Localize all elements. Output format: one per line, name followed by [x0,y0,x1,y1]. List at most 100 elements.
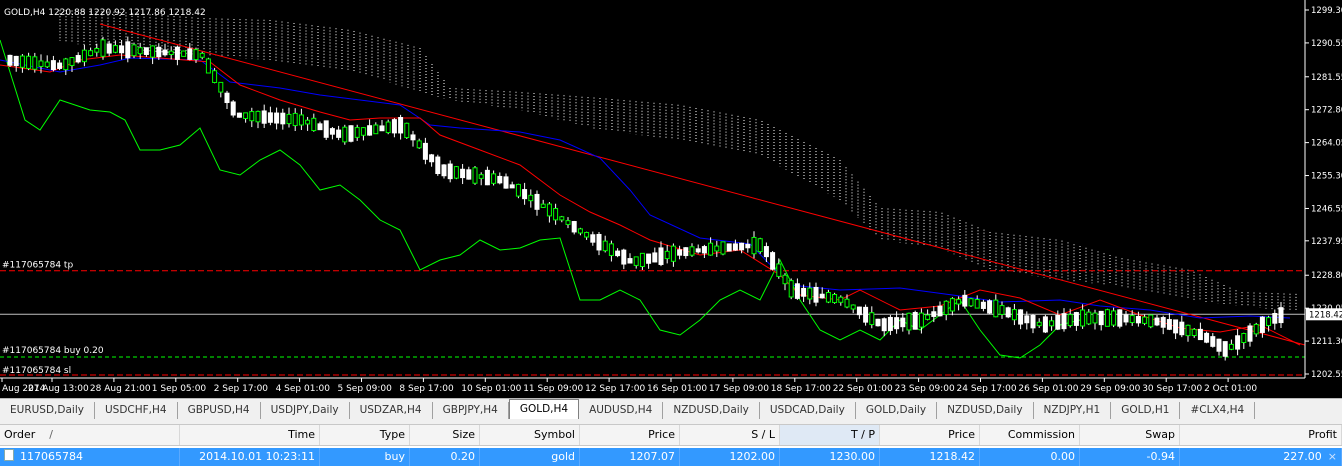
candle-body [770,252,776,270]
table-cell-profit: 227.00 × [1180,448,1342,466]
column-header-type[interactable]: Type [320,425,410,445]
candle-body [187,48,193,60]
column-header-price[interactable]: Price [580,425,680,445]
tab-usdjpy-daily[interactable]: USDJPY,Daily [261,402,350,419]
candle-body [1272,312,1278,324]
candle-body [577,228,583,234]
candle-body [453,166,459,179]
candle-body [422,142,428,160]
candle-body [608,243,614,256]
candle-body [224,92,230,104]
candle-body [1241,332,1247,344]
candle-body [404,122,410,139]
candle-body [664,250,670,260]
table-cell-value: gold [551,450,575,463]
candle-body [993,299,999,318]
tab-audusd-h4[interactable]: AUDUSD,H4 [579,402,664,419]
tab-eurusd-daily[interactable]: EURUSD,Daily [0,402,95,419]
candle-body [776,263,782,277]
candle-body [714,245,720,252]
candle-body [292,112,298,127]
table-cell-symbol: gold [480,448,580,466]
candle-body [999,305,1005,315]
candle-body [850,304,856,310]
column-header-label: Price [948,428,975,441]
candle-body [1055,314,1061,330]
time-tick-label: 2 Oct 01:00 [1204,384,1257,394]
column-header-size[interactable]: Size [410,425,480,445]
tab--clx4-h4[interactable]: #CLX4,H4 [1180,402,1256,419]
candle-body [348,125,354,142]
table-cell-value: 1202.00 [729,450,776,463]
tab-gbpusd-h4[interactable]: GBPUSD,H4 [178,402,261,419]
candle-body [708,242,714,256]
column-header-price[interactable]: Price [880,425,980,445]
candle-body [912,312,918,330]
candle-body [1259,316,1265,333]
column-header-label: Commission [1007,428,1075,441]
price-tick-label: 1255.30 [1311,172,1342,182]
tab-usdzar-h4[interactable]: USDZAR,H4 [350,402,433,419]
candle-body [943,300,949,316]
table-cell-t-p: 1230.00 [780,448,880,466]
table-cell-type: buy [320,448,410,466]
current-price-label: 1218.42 [1309,310,1342,320]
tab-gbpjpy-h4[interactable]: GBPJPY,H4 [433,402,509,419]
table-cell-value: 0.00 [1050,450,1076,463]
time-tick-label: 26 Sep 01:00 [1018,384,1078,394]
column-header-time[interactable]: Time [180,425,320,445]
candle-body [1073,312,1079,326]
tab-gold-h4[interactable]: GOLD,H4 [508,399,580,419]
time-tick-label: 29 Sep 09:00 [1080,384,1140,394]
column-header-s-l[interactable]: S / L [680,425,780,445]
candle-body [1111,310,1117,326]
close-order-icon[interactable]: × [1328,448,1337,466]
tab-nzdusd-daily[interactable]: NZDUSD,Daily [937,402,1034,419]
candle-body [460,168,466,179]
column-header-t-p[interactable]: T / P [780,425,880,445]
candle-body [1148,314,1154,328]
candle-body [1204,332,1210,343]
candle-body [199,52,205,58]
candle-body [615,250,621,257]
candle-body [1080,309,1086,327]
chart-canvas[interactable]: GOLD,H4 1220.88 1220.92 1217.86 1218.42 #… [0,0,1342,398]
candle-body [13,55,19,67]
candle-body [931,311,937,317]
tab-gold-h1[interactable]: GOLD,H1 [1111,402,1181,419]
candle-body [280,112,286,125]
tab-nzdjpy-h1[interactable]: NZDJPY,H1 [1034,402,1112,419]
time-tick-label: 5 Sep 09:00 [338,384,393,394]
time-tick-label: 28 Aug 21:00 [90,384,151,394]
candle-body [274,112,280,124]
table-cell-value: 0.20 [450,450,476,463]
column-header-commission[interactable]: Commission [980,425,1080,445]
candle-body [236,112,242,118]
candle-body [918,312,924,328]
tab-gold-daily[interactable]: GOLD,Daily [856,402,938,419]
column-header-profit[interactable]: Profit [1180,425,1342,445]
candle-body [174,46,180,60]
column-header-symbol[interactable]: Symbol [480,425,580,445]
candle-body [1278,307,1284,324]
candle-body [137,47,143,55]
candle-body [528,194,534,202]
candle-body [472,167,478,184]
tab-usdcad-daily[interactable]: USDCAD,Daily [760,402,856,419]
tab-usdchf-h4[interactable]: USDCHF,H4 [95,402,178,419]
trade-table-header: Order / Time Type Size Symbol Price S / L T / P P… [0,424,1342,446]
tab-nzdusd-daily[interactable]: NZDUSD,Daily [663,402,760,419]
candle-body [1142,316,1148,324]
table-row[interactable]: 117065784 2014.10.01 10:23:11 buy 0.20 gold 1… [0,448,1342,466]
column-header-swap[interactable]: Swap [1080,425,1180,445]
price-chart[interactable]: GOLD,H4 1220.88 1220.92 1217.86 1218.42 #… [0,0,1342,398]
trade-table[interactable]: Order / Time Type Size Symbol Price S / L T / P P… [0,424,1342,468]
candle-body [968,298,974,307]
candle-body [1179,321,1185,336]
column-header-order[interactable]: Order / [0,425,180,445]
candle-body [1011,309,1017,321]
candle-body [807,287,813,300]
candle-body [1210,336,1216,347]
candle-body [757,238,763,253]
candle-body [584,231,590,238]
